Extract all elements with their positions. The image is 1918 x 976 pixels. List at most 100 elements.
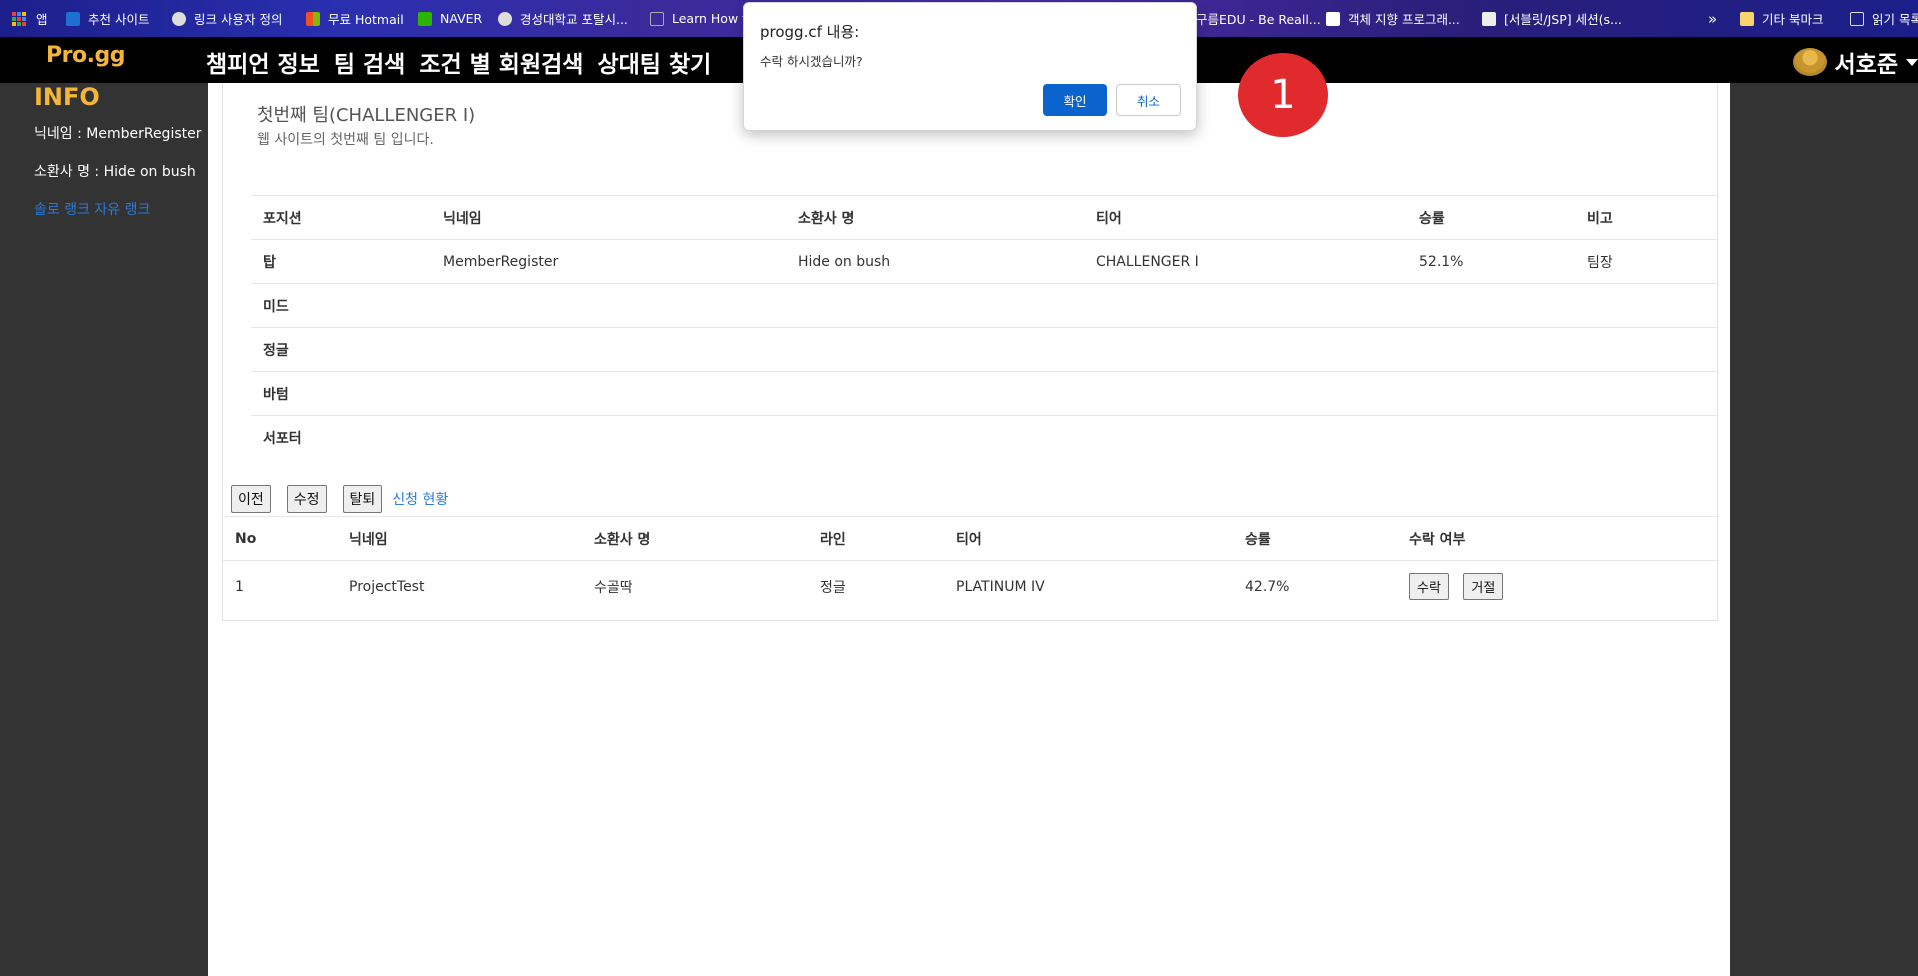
bookmark-oop[interactable]: 객체 지향 프로그래... <box>1326 0 1460 37</box>
bookmark-label: 무료 Hotmail <box>328 12 404 27</box>
accept-button[interactable]: 수락 <box>1409 573 1449 601</box>
bing-icon <box>66 11 80 26</box>
site-icon <box>1482 11 1496 26</box>
bookmark-label: 추천 사이트 <box>88 12 150 27</box>
bookmark-ks-portal[interactable]: 경성대학교 포탈시... <box>498 0 628 37</box>
bookmark-label: Learn How t <box>672 11 748 26</box>
position-cell: 바텀 <box>263 386 289 403</box>
column-header: 소환사 명 <box>798 210 855 227</box>
winrate-cell: 52.1% <box>1419 253 1464 270</box>
tier-cell: CHALLENGER I <box>1096 253 1199 270</box>
bookmark-label: 경성대학교 포탈시... <box>520 12 628 27</box>
winrate-cell: 42.7% <box>1245 578 1290 595</box>
prev-button[interactable]: 이전 <box>231 485 271 513</box>
nav-find-opponent[interactable]: 상대팀 찾기 <box>597 45 711 79</box>
chevron-down-icon <box>1906 58 1918 66</box>
site-logo[interactable]: Pro.gg <box>46 43 125 68</box>
microsoft-icon <box>306 11 320 26</box>
apply-status-link[interactable]: 신청 현황 <box>392 489 448 509</box>
table-row: 미드 <box>251 283 1717 328</box>
nav-team-search[interactable]: 팀 검색 <box>334 45 406 79</box>
bookmark-hotmail[interactable]: 무료 Hotmail <box>306 0 404 37</box>
bookmark-naver[interactable]: NAVER <box>418 0 482 37</box>
dialog-ok-button[interactable]: 확인 <box>1043 84 1107 116</box>
step-badge: 1 <box>1238 53 1328 137</box>
reject-button[interactable]: 거절 <box>1463 573 1504 601</box>
team-title: 첫번째 팀(CHALLENGER I) <box>257 105 476 126</box>
nav-member-search[interactable]: 조건 별 회원검색 <box>419 45 583 79</box>
applications-table: No 닉네임 소환사 명 라인 티어 승률 수락 여부 1 ProjectTes… <box>223 516 1719 613</box>
nickname-cell: ProjectTest <box>349 578 425 595</box>
note-cell: 팀장 <box>1587 254 1613 271</box>
bookmark-goorm-edu[interactable]: 구름EDU - Be Reall... <box>1196 0 1321 37</box>
tier-cell: PLATINUM IV <box>956 578 1045 595</box>
nickname-cell <box>431 372 786 416</box>
page-icon <box>650 11 664 26</box>
table-row: 바텀 <box>251 371 1717 416</box>
folder-icon <box>1740 11 1754 26</box>
position-cell: 미드 <box>263 298 289 315</box>
apps-grid-icon <box>12 11 26 26</box>
bookmark-apps[interactable]: 앱 <box>12 0 48 37</box>
bookmark-servlet-jsp[interactable]: [서블릿/JSP] 세션(s... <box>1482 0 1622 37</box>
column-header: 티어 <box>1096 210 1122 227</box>
user-menu[interactable]: 서호준 <box>1792 45 1918 79</box>
table-row: 정글 <box>251 327 1717 372</box>
bookmark-custom-link[interactable]: 링크 사용자 정의 <box>172 0 282 37</box>
members-table: 포지션 닉네임 소환사 명 티어 승률 비고 탑 MemberRegister … <box>251 195 1717 460</box>
bookmark-learn-how[interactable]: Learn How t <box>650 0 747 37</box>
dialog-title: progg.cf 내용: <box>760 23 860 41</box>
column-header: 비고 <box>1587 210 1613 227</box>
bookmark-other[interactable]: 기타 북마크 <box>1740 0 1823 37</box>
bookmark-label: NAVER <box>440 11 483 26</box>
user-name: 서호준 <box>1834 52 1898 78</box>
globe-icon <box>498 11 512 26</box>
bookmark-label: 링크 사용자 정의 <box>194 12 283 27</box>
bookmark-recommended[interactable]: 추천 사이트 <box>66 0 149 37</box>
globe-icon <box>172 11 186 26</box>
line-cell: 정글 <box>820 579 846 596</box>
nickname-link[interactable]: MemberRegister <box>431 240 786 284</box>
accept-actions: 수락 거절 <box>1397 561 1719 613</box>
nickname-cell <box>431 328 786 372</box>
sidebar: INFO 닉네임 : MemberRegister 소환사 명 : Hide o… <box>0 83 208 976</box>
table-row: 서포터 <box>251 415 1717 460</box>
position-cell: 정글 <box>263 342 289 359</box>
leave-button[interactable]: 탈퇴 <box>342 485 383 513</box>
table-header-row: 포지션 닉네임 소환사 명 티어 승률 비고 <box>251 195 1717 240</box>
column-header: 닉네임 <box>349 531 388 548</box>
summoner-cell: Hide on bush <box>798 253 891 270</box>
confirm-dialog: progg.cf 내용: 수락 하시겠습니까? 확인 취소 <box>743 2 1197 131</box>
dialog-cancel-button[interactable]: 취소 <box>1116 84 1181 116</box>
column-header: 승률 <box>1245 531 1271 548</box>
nickname-cell <box>431 284 786 328</box>
position-cell: 탑 <box>263 254 276 271</box>
nav-champion-info[interactable]: 챔피언 정보 <box>206 45 320 79</box>
position-cell: 서포터 <box>263 430 302 447</box>
bookmark-label: 구름EDU - Be Reall... <box>1196 12 1321 27</box>
team-description: 웹 사이트의 첫번째 팀 입니다. <box>257 132 434 148</box>
column-header: 포지션 <box>263 210 302 227</box>
column-header: 소환사 명 <box>594 531 651 548</box>
bookmark-label: 객체 지향 프로그래... <box>1348 12 1460 27</box>
table-row: 탑 MemberRegister Hide on bush CHALLENGER… <box>251 239 1717 284</box>
bookmark-label: 앱 <box>36 12 48 27</box>
no-cell: 1 <box>235 578 244 595</box>
avatar <box>1792 48 1827 76</box>
table-header-row: No 닉네임 소환사 명 라인 티어 승률 수락 여부 <box>223 516 1719 561</box>
sidebar-title: INFO <box>34 83 100 111</box>
bookmark-reading-list[interactable]: 읽기 목록 <box>1850 0 1918 37</box>
reading-list-icon <box>1850 11 1864 26</box>
column-header: No <box>235 530 257 547</box>
bookmark-label: [서블릿/JSP] 세션(s... <box>1504 12 1622 27</box>
edit-button[interactable]: 수정 <box>286 485 327 513</box>
column-header: 닉네임 <box>443 210 482 227</box>
sidebar-rank-link[interactable]: 솔로 랭크 자유 랭크 <box>34 199 208 219</box>
column-header: 수락 여부 <box>1409 531 1466 548</box>
dialog-message: 수락 하시겠습니까? <box>760 54 863 69</box>
v-icon <box>1326 11 1340 26</box>
bookmark-label: 읽기 목록 <box>1872 12 1918 27</box>
sidebar-summoner: 소환사 명 : Hide on bush <box>34 164 196 180</box>
sidebar-nickname: 닉네임 : MemberRegister <box>34 126 202 142</box>
bookmarks-overflow-button[interactable]: » <box>1708 0 1717 37</box>
